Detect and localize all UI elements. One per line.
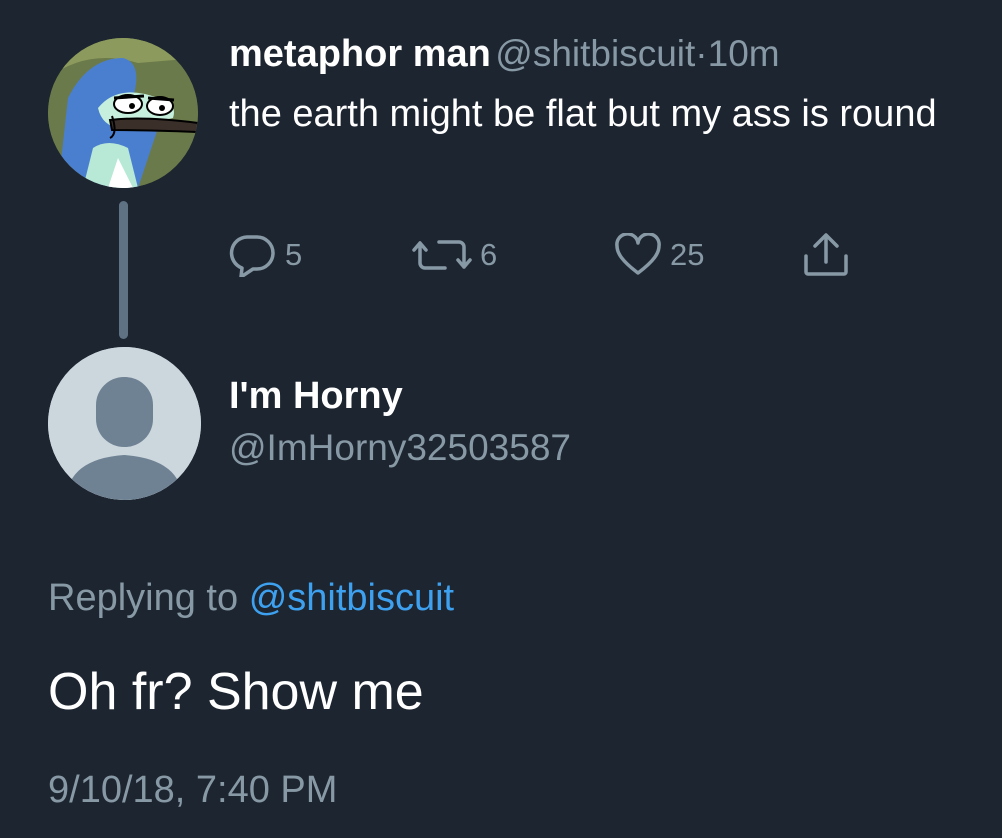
retweet-icon [412, 240, 472, 270]
reply-avatar[interactable] [48, 347, 201, 500]
replying-to-label: Replying to [48, 577, 239, 619]
parent-display-name[interactable]: metaphor man [229, 33, 491, 75]
parent-tweet-header: metaphor man @shitbiscuit·10m [229, 32, 780, 84]
parent-time: 10m [707, 33, 780, 74]
thread-connector-line [119, 201, 128, 339]
parent-handle[interactable]: @shitbiscuit [495, 33, 695, 74]
default-profile-avatar-icon [48, 347, 201, 500]
parent-avatar[interactable] [48, 38, 198, 188]
share-action[interactable] [800, 233, 852, 277]
parent-tweet-text: the earth might be flat but my ass is ro… [229, 93, 937, 135]
share-icon [804, 233, 848, 276]
tweet-thread: metaphor man @shitbiscuit·10m the earth … [0, 0, 1002, 838]
replying-to-handle-link[interactable]: @shitbiscuit [249, 577, 454, 619]
replying-to-line: Replying to @shitbiscuit [48, 576, 454, 620]
reply-icon [229, 235, 275, 277]
heart-icon [615, 233, 661, 275]
reply-handle[interactable]: @ImHorny32503587 [229, 426, 571, 470]
like-count: 25 [670, 237, 705, 272]
reply-display-name[interactable]: I'm Horny [229, 374, 403, 418]
retweet-action[interactable]: 6 [412, 233, 497, 277]
header-separator: · [695, 33, 708, 74]
reply-timestamp[interactable]: 9/10/18, 7:40 PM [48, 768, 337, 812]
reply-action[interactable]: 5 [229, 233, 302, 277]
reply-count: 5 [285, 237, 303, 272]
cartoon-bird-avatar-icon [48, 38, 198, 188]
like-action[interactable]: 25 [614, 233, 704, 277]
retweet-count: 6 [480, 237, 498, 272]
reply-tweet-text: Oh fr? Show me [48, 663, 424, 721]
